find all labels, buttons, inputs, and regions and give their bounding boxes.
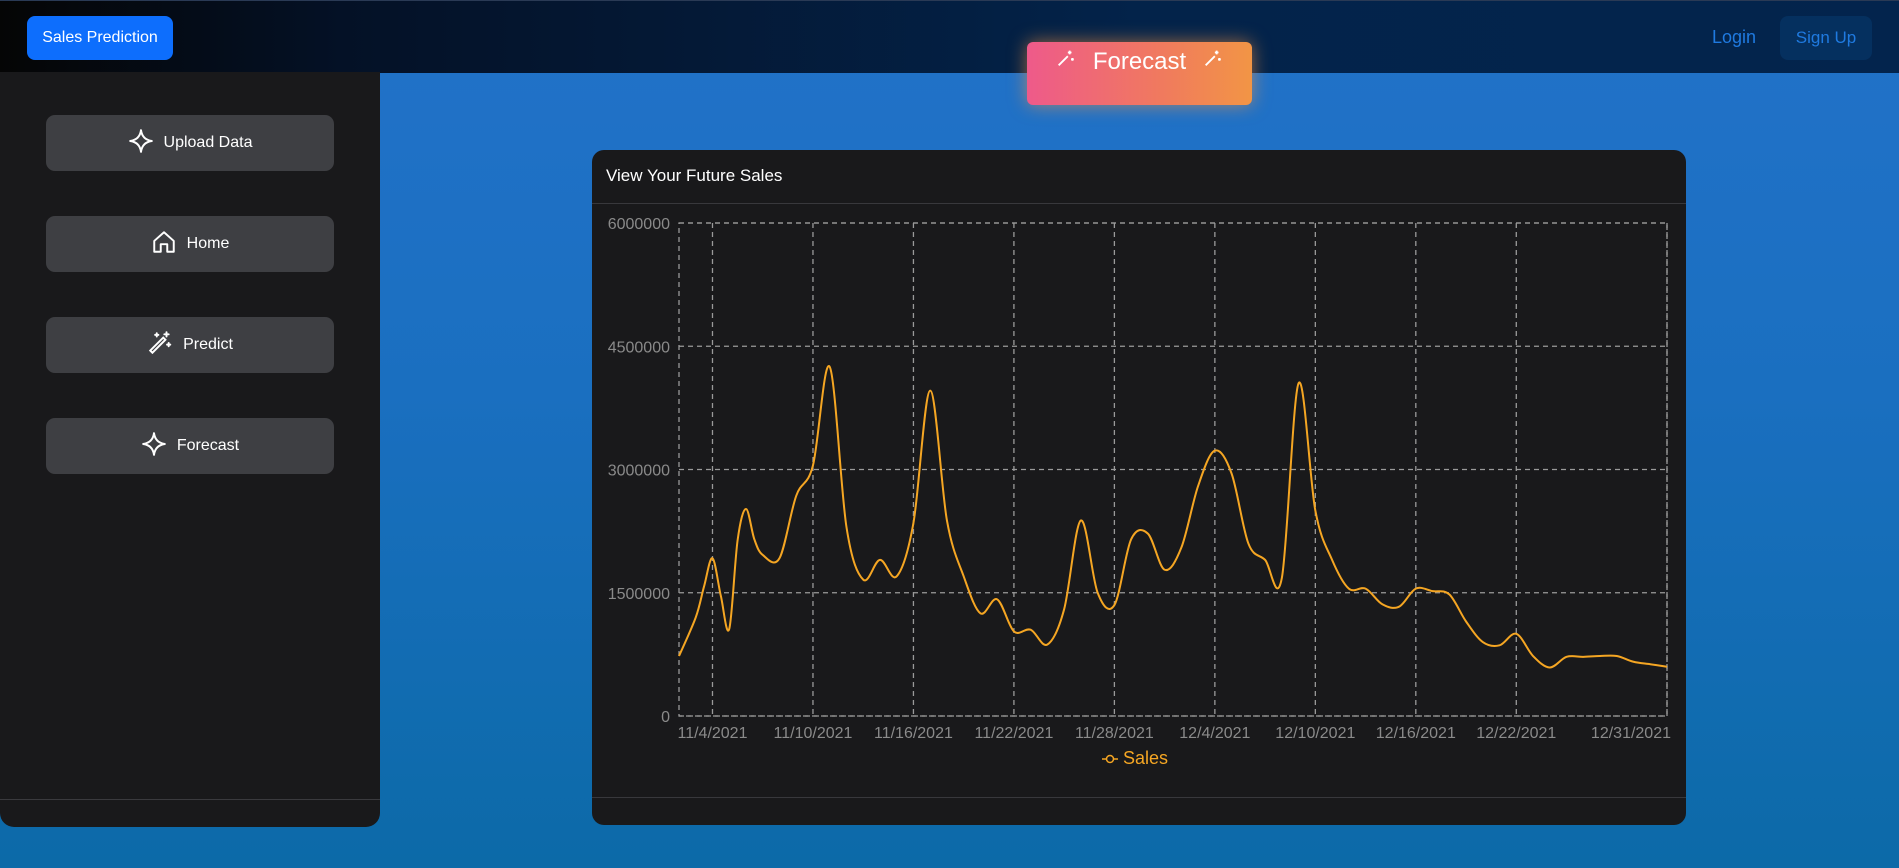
sidebar-item-home[interactable]: Home bbox=[46, 216, 334, 272]
signup-button[interactable]: Sign Up bbox=[1780, 16, 1872, 60]
legend-label: Sales bbox=[1123, 748, 1168, 768]
sidebar-item-forecast[interactable]: Forecast bbox=[46, 418, 334, 474]
sidebar-item-label: Predict bbox=[183, 336, 233, 353]
x-tick-label: 12/16/2021 bbox=[1376, 725, 1456, 742]
top-navbar: Sales Prediction Login Sign Up bbox=[0, 0, 1899, 73]
x-tick-label: 12/4/2021 bbox=[1179, 725, 1250, 742]
x-tick-label: 12/31/2021 bbox=[1591, 725, 1671, 742]
sparkle-icon bbox=[128, 128, 154, 159]
sidebar-item-upload-data[interactable]: Upload Data bbox=[46, 115, 334, 171]
x-tick-label: 12/22/2021 bbox=[1476, 725, 1556, 742]
sales-series-line bbox=[678, 365, 1668, 669]
chart-panel: View Your Future Sales 0 1500000 3000000 45… bbox=[592, 150, 1686, 825]
x-tick-label: 11/4/2021 bbox=[677, 725, 747, 742]
y-tick-label: 3000000 bbox=[608, 463, 670, 480]
x-tick-label: 11/22/2021 bbox=[974, 725, 1053, 742]
x-tick-label: 11/28/2021 bbox=[1075, 725, 1154, 742]
x-tick-label: 11/10/2021 bbox=[774, 725, 853, 742]
login-link[interactable]: Login bbox=[1712, 27, 1756, 48]
forecast-button[interactable]: Forecast bbox=[1027, 42, 1252, 105]
sidebar-footer-divider bbox=[0, 799, 380, 800]
home-icon bbox=[151, 229, 177, 260]
x-tick-label: 11/16/2021 bbox=[874, 725, 953, 742]
magic-wand-icon bbox=[147, 330, 173, 361]
sparkle-icon bbox=[141, 431, 167, 462]
y-tick-label: 4500000 bbox=[608, 339, 670, 356]
x-tick-label: 12/10/2021 bbox=[1275, 725, 1355, 742]
magic-wand-icon bbox=[1055, 47, 1077, 76]
sidebar-item-label: Home bbox=[186, 235, 230, 252]
y-tick-label: 6000000 bbox=[608, 216, 670, 233]
magic-wand-icon bbox=[1202, 47, 1224, 76]
sidebar: Upload Data Home Predict Forecast bbox=[0, 72, 380, 827]
y-tick-label: 1500000 bbox=[608, 586, 670, 603]
forecast-button-label: Forecast bbox=[1092, 47, 1187, 75]
legend-dot-marker bbox=[1105, 754, 1115, 764]
brand-button[interactable]: Sales Prediction bbox=[27, 16, 173, 60]
panel-footer-divider bbox=[592, 797, 1686, 798]
y-tick-label: 0 bbox=[661, 709, 670, 726]
sidebar-item-predict[interactable]: Predict bbox=[46, 317, 334, 373]
sidebar-item-label: Upload Data bbox=[163, 134, 253, 151]
sales-chart: 0 1500000 3000000 4500000 6000000 11/4/2021 11… bbox=[608, 216, 1671, 768]
sidebar-item-label: Forecast bbox=[176, 437, 240, 454]
